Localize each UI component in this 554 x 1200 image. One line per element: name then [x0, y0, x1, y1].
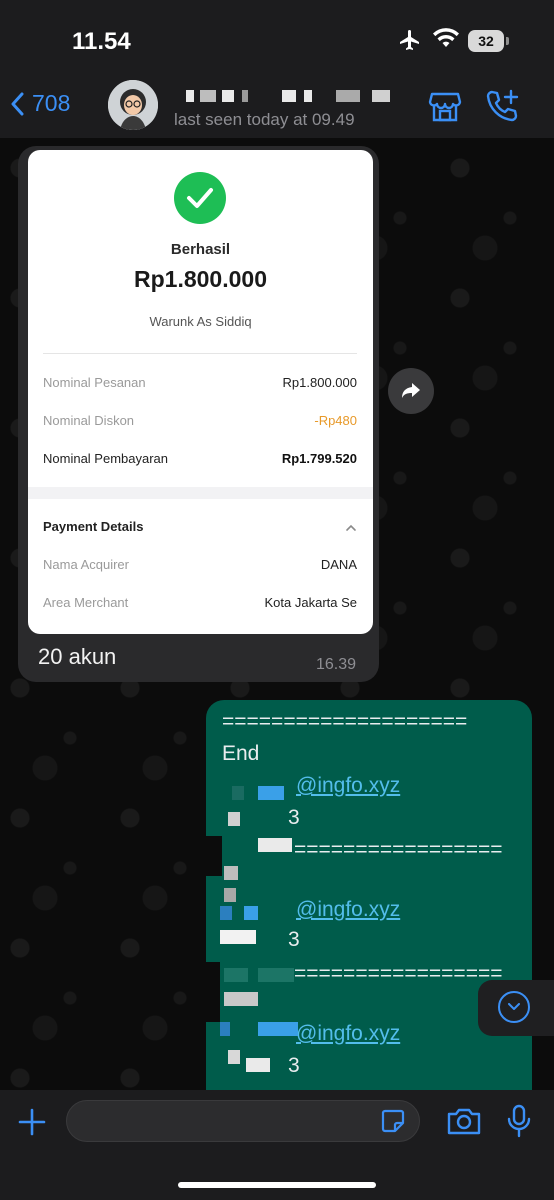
redacted-block [282, 90, 296, 102]
email-link[interactable]: @ingfo.xyz [296, 1022, 400, 1046]
redacted-block [220, 1022, 230, 1036]
redacted-block [244, 906, 258, 920]
separator-line: ================= [294, 838, 503, 861]
redacted-block [186, 90, 194, 102]
battery-icon: 32 [468, 30, 509, 52]
email-link[interactable]: @ingfo.xyz [296, 774, 400, 798]
chevron-up-icon [345, 520, 357, 538]
row-label: Nominal Pembayaran [43, 451, 169, 466]
row-label: Nama Acquirer [43, 557, 129, 572]
back-button[interactable]: 708 [10, 90, 70, 117]
receipt-row-payment: Nominal Pembayaran Rp1.799.520 [43, 451, 357, 471]
forward-button[interactable] [388, 368, 434, 414]
store-icon[interactable] [428, 90, 462, 129]
receipt-row-discount: Nominal Diskon -Rp480 [43, 413, 357, 433]
message-line: 3 [288, 1054, 300, 1077]
redacted-block [224, 866, 238, 880]
plus-icon[interactable] [16, 1106, 48, 1143]
forward-icon [402, 383, 420, 398]
redacted-block [246, 1058, 270, 1072]
receipt-row-order: Nominal Pesanan Rp1.800.000 [43, 375, 357, 395]
redacted-block [372, 90, 390, 102]
message-input[interactable] [66, 1100, 420, 1142]
contact-name[interactable] [176, 84, 396, 104]
back-chevron-icon [11, 92, 24, 115]
message-time: 16.39 [316, 656, 357, 673]
payment-row-area: Area Merchant Kota Jakarta Se [43, 595, 357, 615]
section-gap [28, 487, 373, 499]
redacted-block [224, 992, 258, 1006]
redacted-block [258, 1022, 298, 1036]
email-link[interactable]: @ingfo.xyz [296, 898, 400, 922]
row-value: -Rp480 [314, 413, 357, 428]
redacted-block [206, 962, 220, 1022]
redacted-block [242, 90, 248, 102]
redacted-block [220, 930, 256, 944]
wifi-icon [432, 27, 460, 54]
row-value: Kota Jakarta Se [264, 595, 358, 610]
redacted-block [258, 786, 284, 800]
airplane-icon [398, 28, 422, 58]
mic-icon[interactable] [506, 1104, 532, 1143]
redacted-block [228, 812, 240, 826]
sticker-icon[interactable] [380, 1108, 406, 1139]
row-value: Rp1.799.520 [281, 451, 357, 466]
status-bar: 11.54 32 [0, 0, 554, 80]
receipt-status: Berhasil [170, 241, 231, 258]
message-line: 3 [288, 928, 300, 951]
scroll-down-button[interactable] [478, 980, 554, 1036]
message-line: End [222, 742, 260, 765]
redacted-block [232, 786, 244, 800]
receipt-amount: Rp1.800.000 [134, 266, 267, 292]
redacted-block [200, 90, 216, 102]
call-add-icon[interactable] [484, 88, 520, 129]
redacted-block [220, 906, 232, 920]
success-check-icon [174, 172, 226, 224]
redacted-block [258, 838, 292, 852]
message-line: 3 [288, 806, 300, 829]
chat-header: 708 last seen today at 09.49 [0, 80, 554, 138]
redacted-block [206, 836, 222, 876]
home-indicator [178, 1182, 376, 1188]
redacted-block [304, 90, 312, 102]
row-value: Rp1.800.000 [282, 375, 357, 390]
last-seen-status: last seen today at 09.49 [174, 110, 355, 129]
receipt-image[interactable]: Berhasil Rp1.800.000 Warunk As Siddiq No… [28, 150, 373, 634]
row-label: Nominal Pesanan [43, 375, 146, 390]
camera-icon[interactable] [446, 1106, 482, 1141]
chevron-down-icon [498, 991, 530, 1023]
receipt-merchant: Warunk As Siddiq [149, 314, 252, 329]
status-time: 11.54 [72, 28, 131, 55]
back-count: 708 [32, 90, 71, 116]
row-label: Nominal Diskon [43, 413, 135, 428]
separator-line: ================= [294, 962, 503, 985]
divider [43, 353, 357, 354]
outgoing-message-bubble[interactable]: ==================== End @ingfo.xyz 3 ==… [206, 700, 532, 1100]
redacted-block [222, 90, 234, 102]
row-label: Area Merchant [43, 595, 129, 610]
payment-details-title: Payment Details [43, 519, 144, 534]
redacted-block [228, 1050, 240, 1064]
redacted-block [224, 968, 248, 982]
payment-row-acquirer: Nama Acquirer DANA [43, 557, 357, 577]
redacted-block [258, 968, 294, 982]
separator-line: ==================== [222, 710, 468, 733]
redacted-block [224, 888, 236, 902]
message-input-bar [0, 1090, 554, 1200]
row-value: DANA [320, 557, 357, 572]
redacted-block [336, 90, 360, 102]
message-text: 20 akun [38, 644, 117, 669]
avatar[interactable] [108, 80, 158, 130]
